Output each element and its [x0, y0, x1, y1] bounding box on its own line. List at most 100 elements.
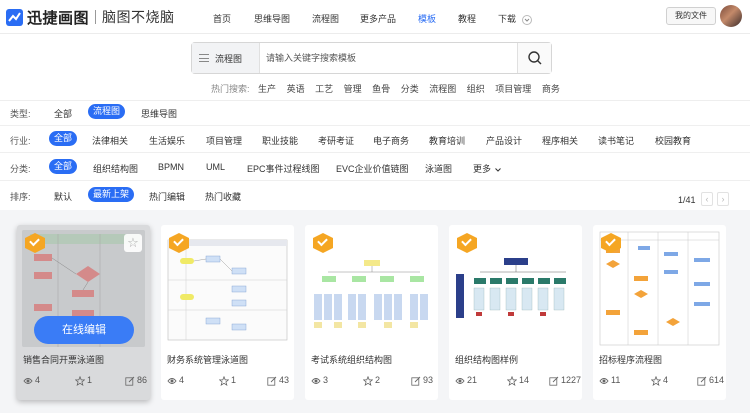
hot-term[interactable]: 工艺: [315, 84, 333, 94]
filter-label: 排序:: [10, 192, 31, 202]
filter-option[interactable]: 程序相关: [542, 134, 578, 147]
edit-count-value: 86: [137, 375, 148, 385]
filter-option[interactable]: 全部: [54, 107, 72, 120]
star-icon: [218, 375, 230, 386]
edit-icon: [125, 376, 135, 386]
filter-option[interactable]: 职业技能: [262, 134, 298, 147]
hot-term[interactable]: 项目管理: [495, 84, 531, 94]
sort-option[interactable]: 热门收藏: [205, 190, 241, 203]
template-title[interactable]: 考试系统组织结构图: [311, 353, 392, 366]
edit-count-value: 93: [423, 375, 434, 385]
search-icon: [528, 51, 542, 65]
star-icon: [362, 375, 374, 386]
search-input[interactable]: [266, 51, 506, 65]
star-count: 1: [218, 375, 237, 386]
filter-option-selected[interactable]: 流程图: [88, 104, 126, 119]
hot-term[interactable]: 英语: [287, 84, 305, 94]
nav-home[interactable]: 首页: [213, 12, 231, 25]
hot-term[interactable]: 管理: [344, 84, 362, 94]
filter-option[interactable]: 项目管理: [206, 134, 242, 147]
nav-templates[interactable]: 模板: [418, 12, 436, 25]
edit-count-value: 1227: [561, 375, 582, 385]
template-card[interactable]: 财务系统管理泳道图 4 1 43: [161, 225, 294, 400]
sort-option-selected[interactable]: 最新上架: [88, 187, 135, 202]
page-indicator: 1/41: [678, 195, 696, 205]
filter-option[interactable]: BPMN: [158, 162, 184, 172]
filter-option[interactable]: 泳道图: [425, 162, 452, 175]
filter-option[interactable]: UML: [206, 162, 225, 172]
filter-option[interactable]: 生活娱乐: [149, 134, 185, 147]
search-box: 流程图: [191, 42, 552, 74]
template-stats: 11 4 614: [599, 375, 724, 387]
nav-download[interactable]: 下载: [498, 12, 532, 25]
nav-more-products[interactable]: 更多产品: [360, 12, 396, 25]
star-count-value: 2: [375, 375, 381, 385]
filter-more-label: 更多: [473, 164, 492, 174]
hot-term[interactable]: 生产: [258, 84, 276, 94]
filter-option[interactable]: 思维导图: [141, 107, 177, 120]
view-count: 3: [311, 375, 328, 386]
sort-option[interactable]: 热门编辑: [149, 190, 185, 203]
nav-tutorials[interactable]: 教程: [458, 12, 476, 25]
divider: [0, 125, 750, 126]
template-title[interactable]: 财务系统管理泳道图: [167, 353, 248, 366]
hot-term[interactable]: 组织: [467, 84, 485, 94]
filter-option[interactable]: 考研考证: [318, 134, 354, 147]
star-icon: [650, 375, 662, 386]
divider: [0, 152, 750, 153]
star-count-value: 4: [663, 375, 669, 385]
filter-option[interactable]: 法律相关: [92, 134, 128, 147]
filter-option[interactable]: 读书笔记: [598, 134, 634, 147]
filter-option[interactable]: 教育培训: [429, 134, 465, 147]
filter-option[interactable]: 产品设计: [486, 134, 522, 147]
filter-option[interactable]: EVC企业价值链图: [336, 162, 409, 175]
template-title[interactable]: 组织结构图样例: [455, 353, 518, 366]
filter-option[interactable]: 组织结构图: [93, 162, 138, 175]
user-avatar[interactable]: [720, 5, 742, 27]
search-category-select[interactable]: 流程图: [192, 43, 260, 73]
filter-option-selected[interactable]: 全部: [49, 131, 78, 146]
next-page-button[interactable]: ›: [717, 192, 729, 206]
search-button[interactable]: [517, 43, 551, 73]
filter-option[interactable]: 校园教育: [655, 134, 691, 147]
top-header: 迅捷画图 脑图不烧脑 首页 思维导图 流程图 更多产品 模板 教程 下载 我的文…: [0, 0, 750, 34]
my-files-button[interactable]: 我的文件: [666, 7, 716, 25]
template-card[interactable]: 招标程序流程图 11 4 614: [593, 225, 726, 400]
template-title[interactable]: 销售合同开票泳道图: [23, 353, 104, 366]
filter-option[interactable]: EPC事件过程线图: [247, 162, 320, 175]
edit-icon: [267, 376, 277, 386]
edit-count: 614: [697, 375, 724, 386]
eye-icon: [455, 377, 465, 384]
hot-term[interactable]: 商务: [542, 84, 560, 94]
hot-term[interactable]: 分类: [401, 84, 419, 94]
filter-row-sort: 排序: 默认 最新上架 热门编辑 热门收藏: [0, 187, 750, 203]
filter-label: 分类:: [10, 164, 31, 174]
filter-label: 类型:: [10, 109, 31, 119]
star-count-value: 1: [231, 375, 237, 385]
template-card[interactable]: 组织结构图样例 21 14 1227: [449, 225, 582, 400]
nav-mindmap[interactable]: 思维导图: [254, 12, 290, 25]
star-count: 2: [362, 375, 381, 386]
nav-download-label: 下载: [498, 14, 517, 24]
prev-page-button[interactable]: ‹: [701, 192, 713, 206]
edit-icon: [411, 376, 421, 386]
edit-count-value: 43: [279, 375, 290, 385]
view-count: 21: [455, 375, 477, 386]
sort-option[interactable]: 默认: [54, 190, 72, 203]
template-card[interactable]: 考试系统组织结构图 3 2 93: [305, 225, 438, 400]
eye-icon: [23, 377, 33, 384]
template-title[interactable]: 招标程序流程图: [599, 353, 662, 366]
hot-term[interactable]: 鱼骨: [372, 84, 390, 94]
view-count-value: 21: [467, 375, 478, 385]
star-icon: [506, 375, 518, 386]
filter-option-selected[interactable]: 全部: [49, 159, 78, 174]
logo[interactable]: 迅捷画图 脑图不烧脑: [6, 6, 175, 28]
nav-flowchart[interactable]: 流程图: [312, 12, 339, 25]
hot-term[interactable]: 流程图: [429, 84, 456, 94]
filter-option[interactable]: 电子商务: [373, 134, 409, 147]
star-icon: [74, 375, 86, 386]
template-card[interactable]: ☆ 在线编辑 销售合同开票泳道图 4 1 86: [17, 225, 150, 400]
favorite-star-icon[interactable]: ☆: [124, 234, 142, 252]
edit-online-button[interactable]: 在线编辑: [34, 316, 134, 344]
filter-more[interactable]: 更多: [473, 162, 502, 175]
